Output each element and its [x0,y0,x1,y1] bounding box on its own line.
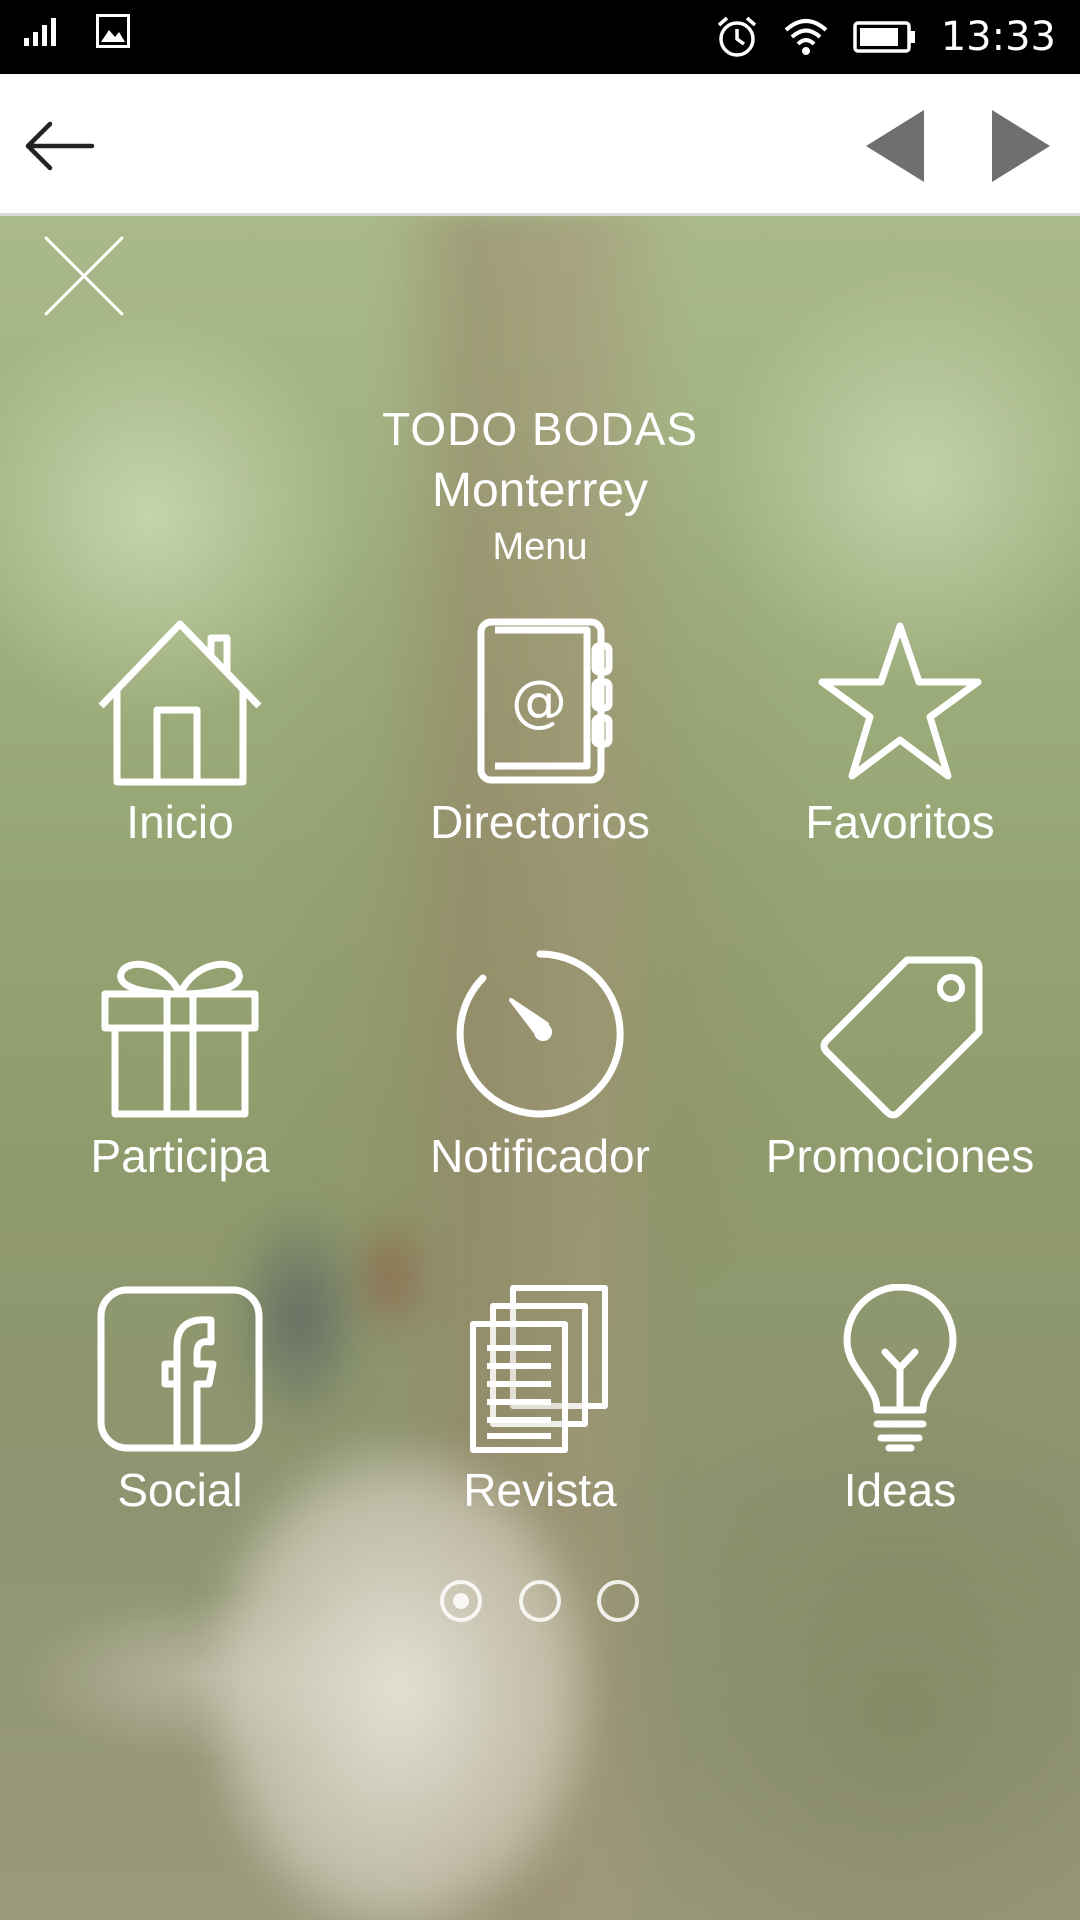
menu-item-promociones[interactable]: Promociones [740,950,1060,1200]
page-indicator [0,1580,1080,1624]
page-dot-3[interactable] [597,1580,639,1622]
menu-label: Revista [463,1464,617,1516]
menu-title: TODO BODAS Monterrey Menu [0,398,1080,572]
wifi-icon [784,19,828,55]
alarm-icon [717,16,756,57]
previous-icon[interactable] [860,108,932,184]
status-time: 13:33 [940,14,1056,60]
toolbar [0,74,1080,216]
menu-item-ideas[interactable]: Ideas [740,1284,1060,1534]
gift-icon [101,960,259,1118]
home-icon [98,620,262,786]
back-arrow-icon[interactable] [24,114,96,178]
menu-label: Social [117,1464,243,1516]
image-icon [96,14,130,48]
menu-item-revista[interactable]: Revista [380,1284,700,1534]
battery-icon [852,21,915,53]
menu-label: Directorios [430,796,650,848]
star-icon [818,622,982,780]
timer-icon [456,950,624,1118]
title-brand: TODO BODAS [382,403,698,455]
menu-label: Participa [90,1130,270,1182]
menu-label: Favoritos [805,796,995,848]
page-dot-2[interactable] [519,1580,561,1622]
menu-label: Ideas [843,1464,957,1516]
menu-item-directorios[interactable]: @ Directorios [380,616,700,866]
next-icon[interactable] [984,108,1056,184]
tag-icon [820,956,983,1119]
facebook-icon [97,1286,263,1452]
menu-item-favoritos[interactable]: Favoritos [740,616,1060,866]
menu-item-participa[interactable]: Participa [20,950,340,1200]
page-dot-1[interactable] [440,1580,482,1622]
title-menu: Menu [492,526,588,568]
menu-item-social[interactable]: Social [20,1284,340,1534]
menu-item-notificador[interactable]: Notificador [380,950,700,1200]
menu-label: Notificador [430,1130,650,1182]
title-city: Monterrey [431,464,649,517]
status-bar: 13:33 [0,0,1080,74]
menu-label: Promociones [765,1130,1035,1182]
documents-icon [470,1285,608,1453]
close-icon[interactable] [42,234,126,318]
svg-text:@: @ [511,669,567,734]
lightbulb-icon [843,1284,957,1452]
menu-item-inicio[interactable]: Inicio [20,616,340,866]
address-book-icon: @ [477,618,613,784]
signal-icon [24,18,56,46]
menu-label: Inicio [126,796,234,848]
